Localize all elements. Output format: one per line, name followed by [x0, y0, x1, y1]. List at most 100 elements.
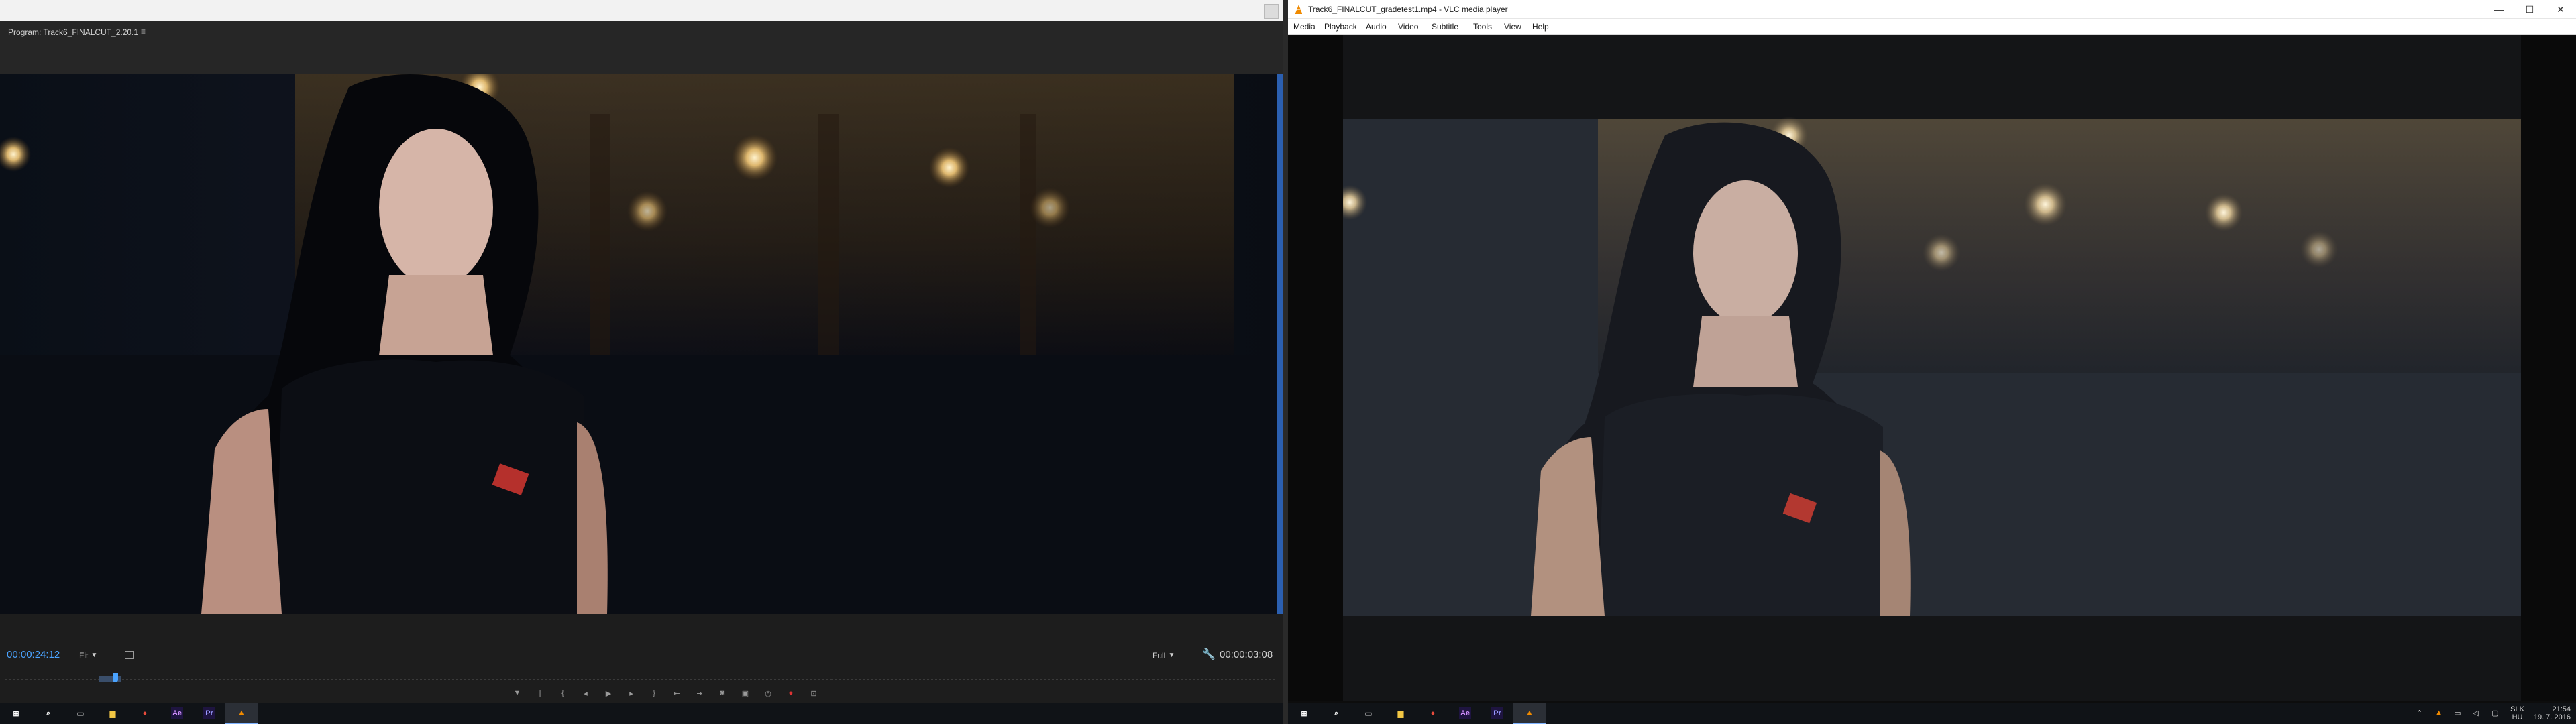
go-to-out-icon[interactable]: } — [647, 689, 661, 700]
go-to-in-icon[interactable]: { — [555, 689, 570, 700]
maximize-button[interactable]: ☐ — [2514, 0, 2545, 19]
vlc-menubar: Media Playback Audio Video Subtitle Tool… — [1288, 19, 2576, 35]
zoom-level-label: Fit — [79, 651, 89, 660]
taskbar-left: ⊞ ⌕ ▭ ▆ ● Ae Pr ▲ — [0, 703, 1283, 724]
premiere-button[interactable]: Pr — [193, 703, 225, 724]
clock-date: 19. 7. 2016 — [2533, 713, 2571, 721]
monitor-divider — [1283, 0, 1288, 724]
after-effects-button[interactable]: Ae — [1449, 703, 1481, 724]
menu-media[interactable]: Media — [1293, 22, 1316, 32]
letterbox-right — [2521, 35, 2576, 701]
vlc-icon: ▲ — [1525, 709, 1534, 717]
start-icon: ⊞ — [13, 709, 19, 718]
minimize-button[interactable]: — — [2483, 0, 2514, 19]
after-effects-button[interactable]: Ae — [161, 703, 193, 724]
letterbox-left — [1288, 35, 1343, 701]
video-frame-image — [1343, 35, 2521, 701]
program-monitor-controls: 00:00:24:12 Fit ▼ Full ▼ 🔧 00:00:03:08 ▼… — [0, 614, 1283, 703]
chrome-icon: ● — [142, 709, 148, 717]
panel-menu-icon[interactable]: ≡ — [141, 27, 146, 36]
menu-view[interactable]: View — [1504, 22, 1521, 32]
step-forward-icon[interactable]: ▸ — [624, 689, 639, 700]
record-icon[interactable]: ● — [784, 689, 798, 700]
comparison-view-icon[interactable]: ▣ — [738, 689, 753, 700]
chevron-down-icon: ▼ — [91, 652, 98, 659]
timeline-scrubber[interactable] — [5, 673, 1277, 685]
premiere-icon: Pr — [1491, 707, 1503, 719]
vlc-button[interactable]: ▲ — [225, 703, 258, 724]
wrench-icon[interactable]: 🔧 — [1202, 648, 1216, 661]
after-effects-icon: Ae — [171, 707, 183, 719]
start-button[interactable]: ⊞ — [1288, 703, 1320, 724]
volume-icon[interactable]: ◁ — [2473, 709, 2482, 718]
premiere-button[interactable]: Pr — [1481, 703, 1513, 724]
premiere-icon: Pr — [203, 707, 215, 719]
vlc-monitor: Track6_FINALCUT_gradetest1.mp4 - VLC med… — [1288, 0, 2576, 724]
system-tray: ⌃ ▲ ▭ ◁ ▢ SLK HU 21:54 19. 7. 2016 — [2416, 703, 2571, 724]
task-view-button[interactable]: ▭ — [64, 703, 97, 724]
chrome-icon: ● — [1430, 709, 1436, 717]
chevron-up-icon[interactable]: ⌃ — [2416, 709, 2426, 718]
playback-resolution-dropdown[interactable]: Full ▼ — [1148, 649, 1177, 662]
duration-timecode: 00:00:03:08 — [1220, 649, 1273, 660]
transport-controls: ▼ | { ◂ ▶ ▸ } ⇤ ⇥ ◙ ▣ ◎ ● ⊡ — [510, 689, 821, 701]
task-view-icon: ▭ — [76, 709, 85, 718]
playback-resolution-label: Full — [1152, 651, 1166, 660]
vlc-titlebar[interactable]: Track6_FINALCUT_gradetest1.mp4 - VLC med… — [1288, 0, 2576, 19]
mark-in-icon[interactable]: ▼ — [510, 689, 525, 700]
start-button[interactable]: ⊞ — [0, 703, 32, 724]
mark-out-icon[interactable]: | — [533, 689, 547, 700]
program-panel-header: Program: Track6_FINALCUT_2.20.1 ≡ — [0, 21, 1283, 74]
play-icon[interactable]: ▶ — [601, 689, 616, 700]
zoom-level-dropdown[interactable]: Fit ▼ — [75, 649, 100, 662]
language-code: SLK — [2510, 705, 2524, 713]
premiere-program-monitor: Program: Track6_FINALCUT_2.20.1 ≡ 00:00:… — [0, 0, 1283, 724]
settings-icon[interactable]: ⊡ — [806, 689, 821, 700]
taskbar-right: ⊞ ⌕ ▭ ▆ ● Ae Pr ▲ ⌃ ▲ ▭ ◁ ▢ SLK HU 21:54… — [1288, 703, 2576, 724]
search-icon: ⌕ — [1334, 709, 1339, 717]
export-frame-icon[interactable]: ◙ — [715, 689, 730, 700]
chrome-button[interactable]: ● — [129, 703, 161, 724]
menu-subtitle[interactable]: Subtitle — [1432, 22, 1458, 32]
vlc-tray-icon[interactable]: ▲ — [2435, 709, 2445, 718]
vlc-video-area[interactable] — [1343, 35, 2521, 701]
clock[interactable]: 21:54 19. 7. 2016 — [2534, 705, 2571, 721]
safe-margins-icon[interactable] — [125, 651, 134, 659]
keyboard-layout: HU — [2512, 713, 2523, 721]
vr-icon[interactable]: ◎ — [761, 689, 775, 700]
search-icon: ⌕ — [46, 709, 51, 717]
menu-tools[interactable]: Tools — [1473, 22, 1492, 32]
window-control-button[interactable] — [1264, 4, 1279, 19]
file-explorer-button[interactable]: ▆ — [97, 703, 129, 724]
menu-video[interactable]: Video — [1398, 22, 1418, 32]
current-timecode[interactable]: 00:00:24:12 — [7, 649, 60, 660]
notification-icon[interactable]: ▢ — [2491, 709, 2501, 718]
window-title: Track6_FINALCUT_gradetest1.mp4 - VLC med… — [1308, 5, 1508, 14]
program-video-frame[interactable] — [0, 74, 1283, 614]
scrubber-track — [5, 679, 1277, 680]
playhead-icon[interactable] — [113, 673, 118, 682]
start-icon: ⊞ — [1301, 709, 1307, 718]
after-effects-icon: Ae — [1459, 707, 1471, 719]
vlc-cone-icon — [1295, 5, 1302, 14]
network-icon[interactable]: ▭ — [2454, 709, 2463, 718]
file-explorer-button[interactable]: ▆ — [1385, 703, 1417, 724]
overwrite-icon[interactable]: ⇥ — [692, 689, 707, 700]
close-button[interactable]: ✕ — [2545, 0, 2576, 19]
chevron-down-icon: ▼ — [1168, 652, 1175, 659]
vlc-button[interactable]: ▲ — [1513, 703, 1546, 724]
language-indicator[interactable]: SLK HU — [2510, 705, 2524, 721]
premiere-window-topbar — [0, 0, 1283, 21]
task-view-button[interactable]: ▭ — [1352, 703, 1385, 724]
search-button[interactable]: ⌕ — [32, 703, 64, 724]
program-panel-title[interactable]: Program: Track6_FINALCUT_2.20.1 — [8, 27, 138, 37]
menu-playback[interactable]: Playback — [1324, 22, 1357, 32]
menu-help[interactable]: Help — [1532, 22, 1549, 32]
search-button[interactable]: ⌕ — [1320, 703, 1352, 724]
menu-audio[interactable]: Audio — [1366, 22, 1387, 32]
file-explorer-icon: ▆ — [109, 709, 116, 718]
step-back-icon[interactable]: ◂ — [578, 689, 593, 700]
insert-icon[interactable]: ⇤ — [669, 689, 684, 700]
active-panel-border — [1277, 74, 1283, 614]
chrome-button[interactable]: ● — [1417, 703, 1449, 724]
